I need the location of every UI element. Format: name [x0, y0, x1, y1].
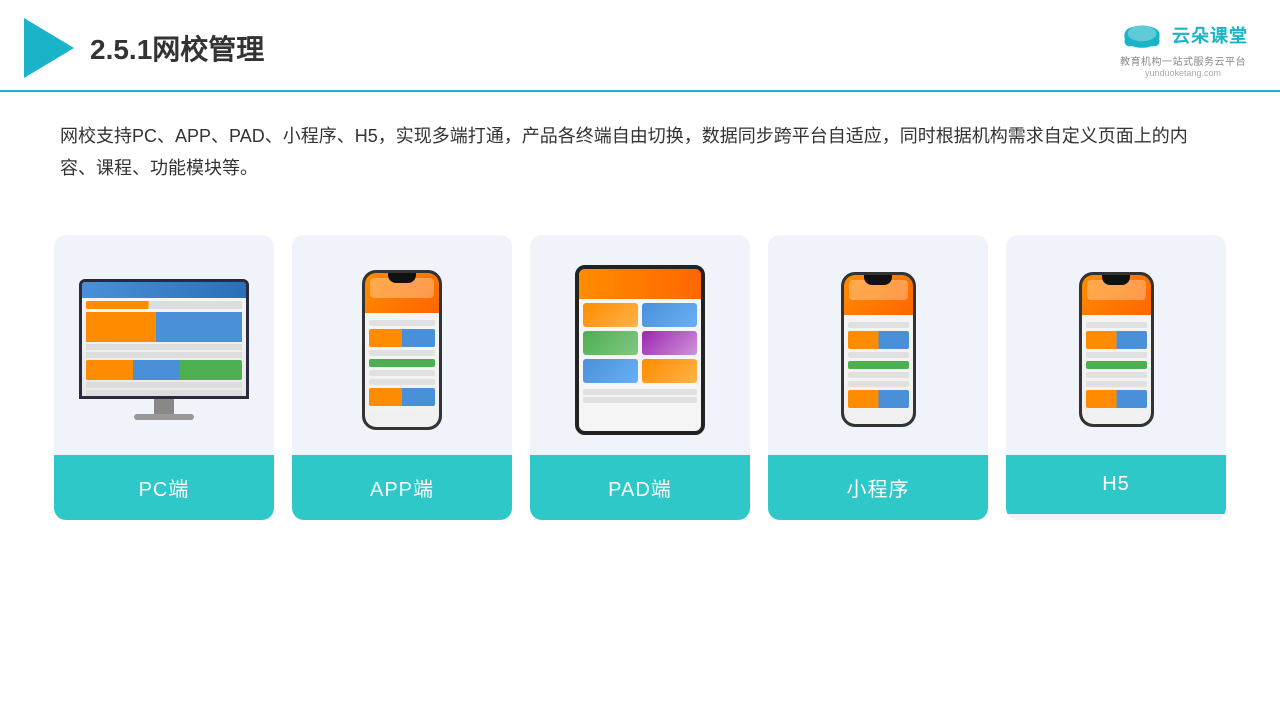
- card-miniprogram: 小程序: [768, 235, 988, 520]
- logo-tagline: 教育机构一站式服务云平台: [1120, 53, 1246, 68]
- card-app: APP端: [292, 235, 512, 520]
- pc-monitor-icon: [79, 279, 249, 420]
- card-h5-label: H5: [1006, 455, 1226, 514]
- page-title: 2.5.1网校管理: [90, 28, 264, 68]
- phone-miniprogram-icon: [841, 272, 916, 427]
- brand-logo: 云朵课堂 教育机构一站式服务云平台 yunduoketang.com: [1118, 19, 1248, 78]
- cloud-icon: [1118, 19, 1166, 51]
- description-content: 网校支持PC、APP、PAD、小程序、H5，实现多端打通，产品各终端自由切换，数…: [60, 126, 1188, 178]
- phone-app-icon: [362, 270, 442, 430]
- card-h5-image: [1006, 235, 1226, 455]
- card-pad-label: PAD端: [530, 455, 750, 520]
- card-pc-label: PC端: [54, 455, 274, 520]
- card-pc-image: [54, 235, 274, 455]
- header: 2.5.1网校管理 云朵课堂 教育机构一站式服务云平台 yunduoketang…: [0, 0, 1280, 92]
- tablet-icon: [575, 265, 705, 435]
- cards-container: PC端 APP端: [0, 215, 1280, 520]
- brand-triangle-icon: [24, 18, 74, 78]
- card-pad: PAD端: [530, 235, 750, 520]
- card-pc: PC端: [54, 235, 274, 520]
- header-left: 2.5.1网校管理: [24, 18, 264, 78]
- card-pad-image: [530, 235, 750, 455]
- logo-text: 云朵课堂: [1172, 22, 1248, 48]
- phone-h5-icon: [1079, 272, 1154, 427]
- description-text: 网校支持PC、APP、PAD、小程序、H5，实现多端打通，产品各终端自由切换，数…: [0, 92, 1280, 205]
- card-miniprogram-label: 小程序: [768, 455, 988, 520]
- cloud-logo-container: 云朵课堂: [1118, 19, 1248, 51]
- card-miniprogram-image: [768, 235, 988, 455]
- logo-url: yunduoketang.com: [1145, 68, 1221, 78]
- card-app-image: [292, 235, 512, 455]
- card-app-label: APP端: [292, 455, 512, 520]
- card-h5: H5: [1006, 235, 1226, 520]
